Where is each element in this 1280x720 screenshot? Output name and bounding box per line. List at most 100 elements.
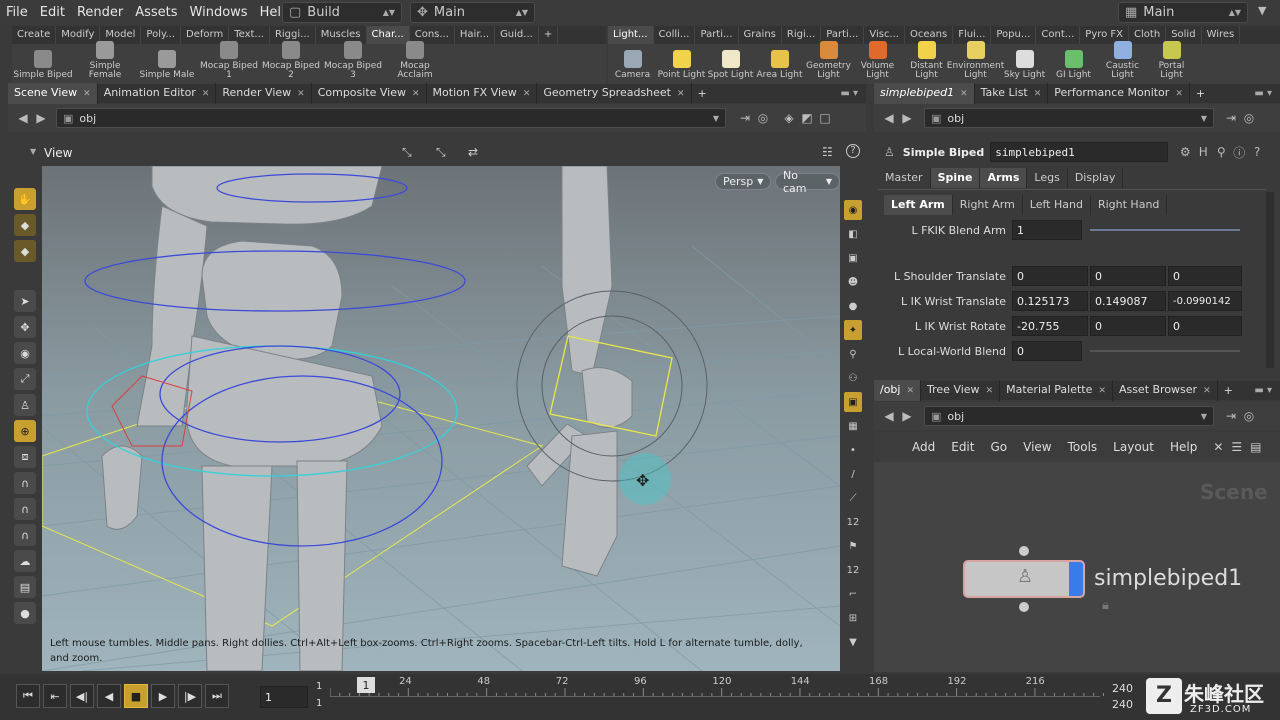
h-icon[interactable]: H: [1194, 143, 1212, 161]
camera-menu[interactable]: No cam ▼: [775, 169, 840, 195]
pane-tab[interactable]: Motion FX View ✕: [427, 83, 538, 104]
node-output-port[interactable]: [1019, 602, 1029, 612]
close-icon[interactable]: ✕: [202, 89, 210, 99]
step-back-icon[interactable]: ◀|: [70, 684, 94, 708]
network-menu-item[interactable]: Add: [904, 440, 943, 454]
desktop-main-right-dropdown[interactable]: ▦ Main ▲▼: [1118, 2, 1248, 23]
shading-icon[interactable]: ●: [844, 296, 862, 316]
close-icon[interactable]: ✕: [986, 386, 994, 396]
pin-icon[interactable]: ⇥: [1222, 407, 1240, 425]
shelf-tool[interactable]: Geometry Light: [804, 41, 853, 80]
info-icon[interactable]: ⓘ: [1230, 143, 1248, 161]
shelf-tool[interactable]: Portal Light: [1147, 41, 1196, 80]
shelf-tab[interactable]: Parti...: [695, 26, 739, 44]
pane-menu-icon[interactable]: ▬ ▾: [1254, 88, 1272, 99]
snap-tool-icon[interactable]: ⧈: [14, 446, 36, 468]
param-field[interactable]: 1: [1012, 220, 1082, 240]
pane-tab[interactable]: Material Palette ✕: [1000, 380, 1113, 401]
pane-tab[interactable]: Performance Monitor ✕: [1048, 83, 1190, 104]
tab-right-arm[interactable]: Right Arm: [952, 195, 1023, 215]
close-icon[interactable]: ✕: [297, 89, 305, 99]
network-menu-item[interactable]: Layout: [1105, 440, 1162, 454]
gear-icon[interactable]: ⚙: [1176, 143, 1194, 161]
desktop-build-dropdown[interactable]: ▢ Build ▲▼: [282, 2, 402, 23]
pane-tab[interactable]: Composite View ✕: [312, 83, 427, 104]
persp-menu[interactable]: Persp ▼: [715, 173, 772, 190]
shelf-tool[interactable]: Point Light: [657, 50, 706, 80]
snap-icon[interactable]: ⤡: [402, 145, 412, 160]
bake-icon[interactable]: ▤: [14, 576, 36, 598]
close-icon[interactable]: ✕: [1034, 89, 1042, 99]
shelf-tab[interactable]: Hair...: [455, 26, 496, 44]
display-mode-icon[interactable]: ▣: [844, 392, 862, 412]
pin-icon[interactable]: ⇥: [1222, 109, 1240, 127]
tab-right-hand[interactable]: Right Hand: [1090, 195, 1168, 215]
shelf-tool[interactable]: Simple Biped: [12, 50, 74, 80]
pose-tool-icon[interactable]: ♙: [14, 394, 36, 416]
pane-tab[interactable]: Asset Browser ✕: [1113, 380, 1218, 401]
render-square-icon[interactable]: □: [816, 109, 834, 127]
menu-edit[interactable]: Edit: [34, 0, 71, 25]
expand-icon[interactable]: ▼: [844, 632, 862, 652]
magnet-3-icon[interactable]: ∩: [14, 524, 36, 546]
tab-spine[interactable]: Spine: [930, 168, 981, 188]
close-icon[interactable]: ✕: [960, 89, 968, 99]
network-menu-item[interactable]: Help: [1162, 440, 1205, 454]
handle-tool-icon[interactable]: ✋: [14, 188, 36, 210]
list-icon[interactable]: ☰: [1231, 440, 1242, 454]
param-field[interactable]: 0: [1090, 316, 1166, 336]
pane-tab[interactable]: Tree View ✕: [921, 380, 1001, 401]
step-key-back-icon[interactable]: ⇤: [43, 684, 67, 708]
snap-grid-icon[interactable]: ⤡: [436, 145, 446, 160]
pose-icon[interactable]: ◆: [14, 240, 36, 262]
param-field[interactable]: 0: [1012, 341, 1082, 361]
shelf-tool[interactable]: Spot Light: [706, 50, 755, 80]
scene-viewport[interactable]: ✥ Persp ▼ No cam ▼ Left mouse tumbles. Mid…: [42, 166, 840, 671]
network-path-field-2[interactable]: ▣ obj ▼: [924, 406, 1214, 426]
magnet-icon[interactable]: ∩: [14, 472, 36, 494]
eye-icon[interactable]: ◉: [844, 200, 862, 220]
back-arrow-icon[interactable]: ◀: [880, 407, 898, 425]
view-tool-icon[interactable]: ⊕: [14, 420, 36, 442]
menu-file[interactable]: File: [0, 0, 34, 25]
param-scrollbar[interactable]: [1266, 192, 1274, 368]
collapse-icon[interactable]: ▼: [1258, 4, 1272, 20]
help-icon[interactable]: ?: [1248, 143, 1266, 161]
grid-icon[interactable]: ▤: [1250, 440, 1261, 454]
link-icon[interactable]: ◎: [1240, 109, 1258, 127]
shelf-tab[interactable]: Guid...: [495, 26, 539, 44]
current-frame-field[interactable]: 1: [260, 686, 308, 708]
close-icon[interactable]: ✕: [412, 89, 420, 99]
play-icon[interactable]: ▶: [151, 684, 175, 708]
dot-icon[interactable]: ⚇: [844, 368, 862, 388]
param-field[interactable]: -0.0990142: [1168, 291, 1242, 311]
select-tool-icon[interactable]: ➤: [14, 290, 36, 312]
scale-tool-icon[interactable]: ⤢: [14, 368, 36, 390]
tile-icon[interactable]: ⊞: [844, 608, 862, 628]
tab-legs[interactable]: Legs: [1027, 168, 1068, 188]
jump-end-icon[interactable]: ⏭: [205, 684, 229, 708]
shelf-tool[interactable]: Volume Light: [853, 41, 902, 80]
move-tool-icon[interactable]: ✥: [14, 316, 36, 338]
link-icon[interactable]: ◎: [754, 109, 772, 127]
point-icon[interactable]: ⚲: [844, 344, 862, 364]
shelf-tool[interactable]: Caustic Light: [1098, 41, 1147, 80]
param-field[interactable]: 0.125173: [1012, 291, 1088, 311]
sphere-icon[interactable]: ●: [14, 602, 36, 624]
rotate-tool-icon[interactable]: ◉: [14, 342, 36, 364]
grid-toggle-icon[interactable]: ▦: [844, 416, 862, 436]
shelf-tool[interactable]: Simple Male: [136, 50, 198, 80]
param-field[interactable]: 0: [1168, 266, 1242, 286]
node-name-field[interactable]: simplebiped1: [990, 142, 1169, 162]
param-field[interactable]: 0.149087: [1090, 291, 1166, 311]
shelf-tool[interactable]: Sky Light: [1000, 50, 1049, 80]
close-icon[interactable]: ✕: [906, 386, 914, 396]
back-arrow-icon[interactable]: ◀: [880, 109, 898, 127]
shelf-tool[interactable]: Distant Light: [902, 41, 951, 80]
tab-arms[interactable]: Arms: [980, 168, 1028, 188]
desktop-main-dropdown[interactable]: ✥ Main ▲▼: [410, 2, 535, 23]
magnet-2-icon[interactable]: ∩: [14, 498, 36, 520]
close-icon[interactable]: ✕: [1098, 386, 1106, 396]
edge-icon[interactable]: /: [844, 464, 862, 484]
forward-arrow-icon[interactable]: ▶: [898, 109, 916, 127]
